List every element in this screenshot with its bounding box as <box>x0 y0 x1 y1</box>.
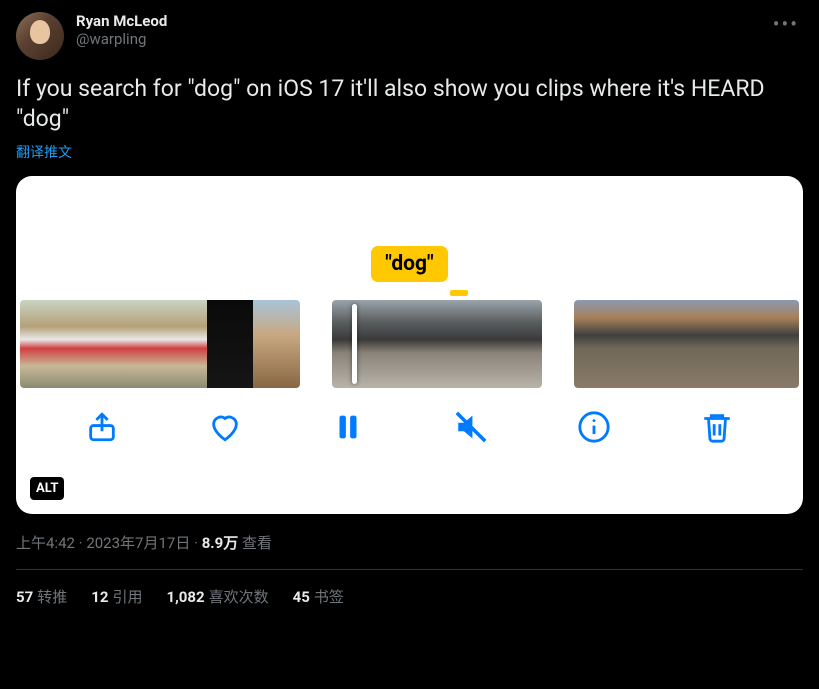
clip-frame <box>113 300 160 388</box>
clip-frame <box>724 300 762 388</box>
clip-frame <box>472 300 542 388</box>
translate-link[interactable]: 翻译推文 <box>16 142 803 162</box>
avatar[interactable] <box>16 12 64 60</box>
clip-frame <box>160 300 207 388</box>
tweet-meta: 上午4:42 · 2023年7月17日 · 8.9万 查看 <box>16 532 803 553</box>
clip-frame <box>20 300 67 388</box>
media-card[interactable]: "dog" <box>16 176 803 514</box>
tweet-text: If you search for "dog" on iOS 17 it'll … <box>16 74 803 134</box>
clip-frame <box>67 300 114 388</box>
user-handle: @warpling <box>76 30 769 48</box>
more-icon[interactable]: ••• <box>769 12 803 36</box>
video-scrubber[interactable] <box>16 300 803 388</box>
retweets-stat[interactable]: 57转推 <box>16 586 67 607</box>
media-controls <box>16 388 803 460</box>
search-tag-row: "dog" <box>16 246 803 282</box>
tweet-date[interactable]: 2023年7月17日 <box>86 534 190 552</box>
view-label: 查看 <box>238 534 272 552</box>
trash-icon[interactable] <box>700 410 734 444</box>
user-name-block[interactable]: Ryan McLeod @warpling <box>76 12 769 48</box>
quotes-stat[interactable]: 12引用 <box>91 586 142 607</box>
playhead[interactable] <box>352 304 357 384</box>
clip-frame <box>332 300 402 388</box>
clip-frame <box>253 300 300 388</box>
clip-strip[interactable] <box>20 300 300 388</box>
share-icon[interactable] <box>85 410 119 444</box>
heart-icon[interactable] <box>208 410 242 444</box>
bookmarks-stat[interactable]: 45书签 <box>293 586 344 607</box>
clip-frame <box>762 300 800 388</box>
clip-frame <box>207 300 254 388</box>
search-tag: "dog" <box>371 246 447 282</box>
clip-strip[interactable] <box>332 300 542 388</box>
tweet-time[interactable]: 上午4:42 <box>16 534 75 552</box>
clip-frame <box>687 300 725 388</box>
clip-frame <box>612 300 650 388</box>
tweet-header: Ryan McLeod @warpling ••• <box>16 12 803 60</box>
clip-frame <box>574 300 612 388</box>
pause-icon[interactable] <box>331 410 365 444</box>
tweet-container: Ryan McLeod @warpling ••• If you search … <box>0 0 819 635</box>
info-icon[interactable] <box>577 410 611 444</box>
likes-stat[interactable]: 1,082喜欢次数 <box>166 586 268 607</box>
display-name: Ryan McLeod <box>76 12 769 30</box>
mute-icon[interactable] <box>454 410 488 444</box>
view-count: 8.9万 <box>202 534 239 552</box>
clip-frame <box>402 300 472 388</box>
clip-frame <box>649 300 687 388</box>
tweet-stats: 57转推 12引用 1,082喜欢次数 45书签 <box>16 570 803 623</box>
clip-strip[interactable] <box>574 300 799 388</box>
alt-badge[interactable]: ALT <box>30 477 64 500</box>
search-tag-marker <box>450 290 468 296</box>
